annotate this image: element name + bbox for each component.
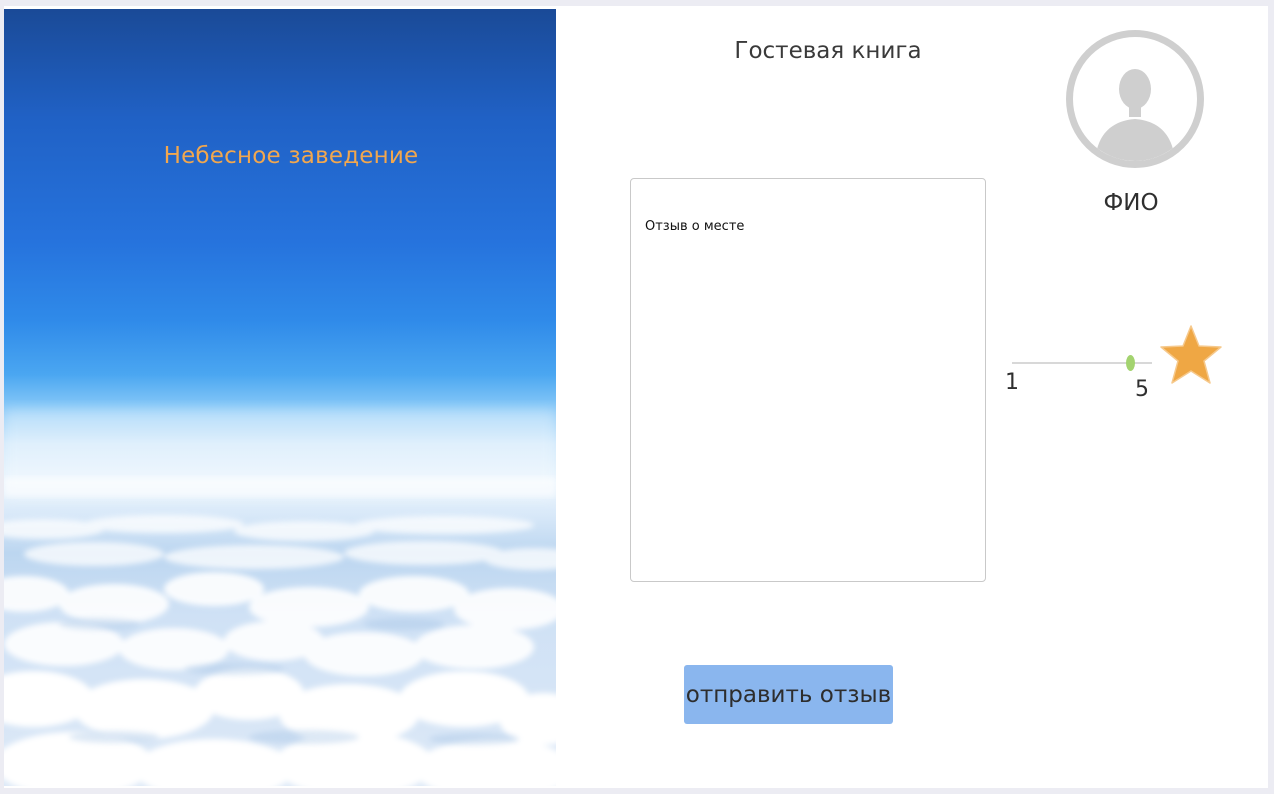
full-name-label: ФИО <box>1103 190 1159 216</box>
avatar[interactable] <box>1066 30 1204 168</box>
page-title: Гостевая книга <box>734 38 922 64</box>
venue-title: Небесное заведение <box>163 143 419 169</box>
star-icon <box>1160 325 1222 384</box>
submit-review-button[interactable]: отправить отзыв <box>684 665 893 724</box>
rating-slider-thumb[interactable] <box>1126 355 1136 371</box>
rating-max-label: 5 <box>1135 377 1149 402</box>
review-textarea[interactable] <box>630 178 986 582</box>
clouds-illustration <box>4 409 556 786</box>
rating-min-label: 1 <box>1005 370 1019 395</box>
user-silhouette-icon <box>1095 69 1175 161</box>
rating-slider[interactable] <box>1012 354 1152 374</box>
sky-image: Небесное заведение <box>4 9 556 786</box>
